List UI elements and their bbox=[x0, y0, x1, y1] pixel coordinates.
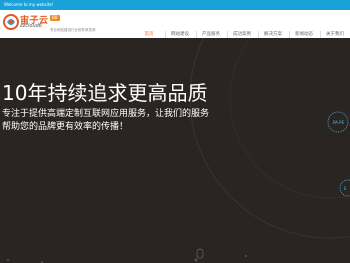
welcome-text: Welcome to my website! bbox=[4, 2, 54, 7]
nav-item-label: 网站建设 bbox=[171, 32, 189, 37]
nav-item-label: 关于我们 bbox=[326, 32, 344, 37]
nav-item-label: 产品服务 bbox=[202, 32, 220, 37]
hero-title: 10年持续追求更高品质 bbox=[2, 81, 208, 105]
svg-text:PA·PE: PA·PE bbox=[333, 120, 345, 125]
nav-item-label: 成功案例 bbox=[233, 32, 251, 37]
hero-banner: PA·PE E 10年持续追求更高品质 专注于提供高端定制互联网应用服务，让我们… bbox=[0, 38, 350, 263]
logo-swirl-icon bbox=[3, 14, 19, 30]
nav-item-label: 解决方案 bbox=[264, 32, 282, 37]
hero-subtitle-line-2: 帮助您的品牌更有效率的传播！ bbox=[2, 122, 129, 132]
logo-badge: BB bbox=[50, 15, 60, 21]
site-logo[interactable]: 宙子云 zzcloud6 BB 专业网站建设行业软件研发商 bbox=[3, 13, 123, 37]
hero-subtitle-line-1: 专注于提供高端定制互联网应用服务，让我们的服务 bbox=[2, 109, 210, 119]
site-header: 宙子云 zzcloud6 BB 专业网站建设行业软件研发商 首页 网站建设 产品… bbox=[0, 10, 350, 48]
hero-decoration: PA·PE E bbox=[7, 38, 350, 263]
nav-item-label: 新闻动态 bbox=[295, 32, 313, 37]
logo-slogan: 专业网站建设行业软件研发商 bbox=[50, 28, 96, 32]
nav-item-label: 首页 bbox=[144, 32, 154, 37]
svg-text:E: E bbox=[344, 186, 347, 191]
logo-name-en: zzcloud6 bbox=[20, 23, 42, 29]
scroll-mouse-icon bbox=[196, 248, 204, 259]
welcome-bar: Welcome to my website! bbox=[0, 0, 350, 10]
